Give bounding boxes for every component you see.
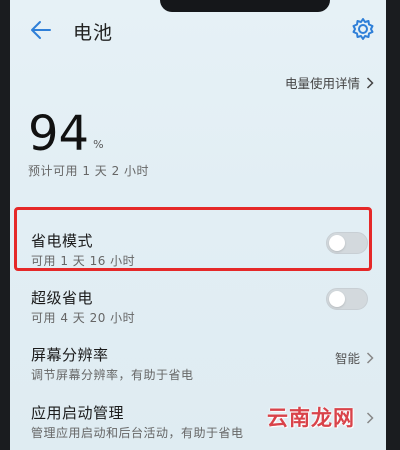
watermark: 云南龙网 [267, 406, 355, 430]
ultra-power-saving-row[interactable]: 超级省电 可用 4 天 20 小时 [10, 278, 386, 336]
screen-resolution-subtitle: 调节屏幕分辨率，有助于省电 [31, 368, 194, 382]
percent-sign: % [93, 138, 104, 151]
settings-button[interactable] [350, 16, 376, 42]
battery-estimate: 预计可用 1 天 2 小时 [28, 164, 150, 178]
app-launch-management-subtitle: 管理应用启动和后台活动，有助于省电 [31, 426, 244, 440]
ultra-power-saving-title: 超级省电 [31, 289, 94, 307]
camera-notch [160, 0, 330, 12]
battery-usage-details-link[interactable]: 电量使用详情 [285, 73, 374, 92]
highlight-annotation-box [14, 207, 372, 271]
page-title: 电池 [73, 22, 114, 44]
chevron-right-icon [366, 412, 374, 424]
chevron-right-icon [366, 76, 374, 89]
screen-resolution-value-label: 智能 [334, 351, 360, 366]
app-launch-management-title: 应用启动管理 [31, 404, 125, 422]
back-button[interactable] [28, 17, 54, 43]
battery-percentage: 94 [28, 106, 90, 162]
screen-resolution-title: 屏幕分辨率 [31, 346, 109, 364]
chevron-right-icon [366, 351, 374, 364]
ultra-power-saving-toggle[interactable] [326, 288, 368, 310]
gear-icon [352, 18, 374, 40]
toggle-knob [329, 291, 345, 307]
back-arrow-icon [31, 21, 51, 39]
battery-usage-details-label: 电量使用详情 [284, 76, 360, 91]
ultra-power-saving-subtitle: 可用 4 天 20 小时 [31, 311, 136, 325]
battery-level: 94 % [28, 108, 104, 160]
screen-resolution-row[interactable]: 屏幕分辨率 调节屏幕分辨率，有助于省电 智能 [10, 336, 386, 392]
screen-resolution-value: 智能 [335, 348, 374, 367]
